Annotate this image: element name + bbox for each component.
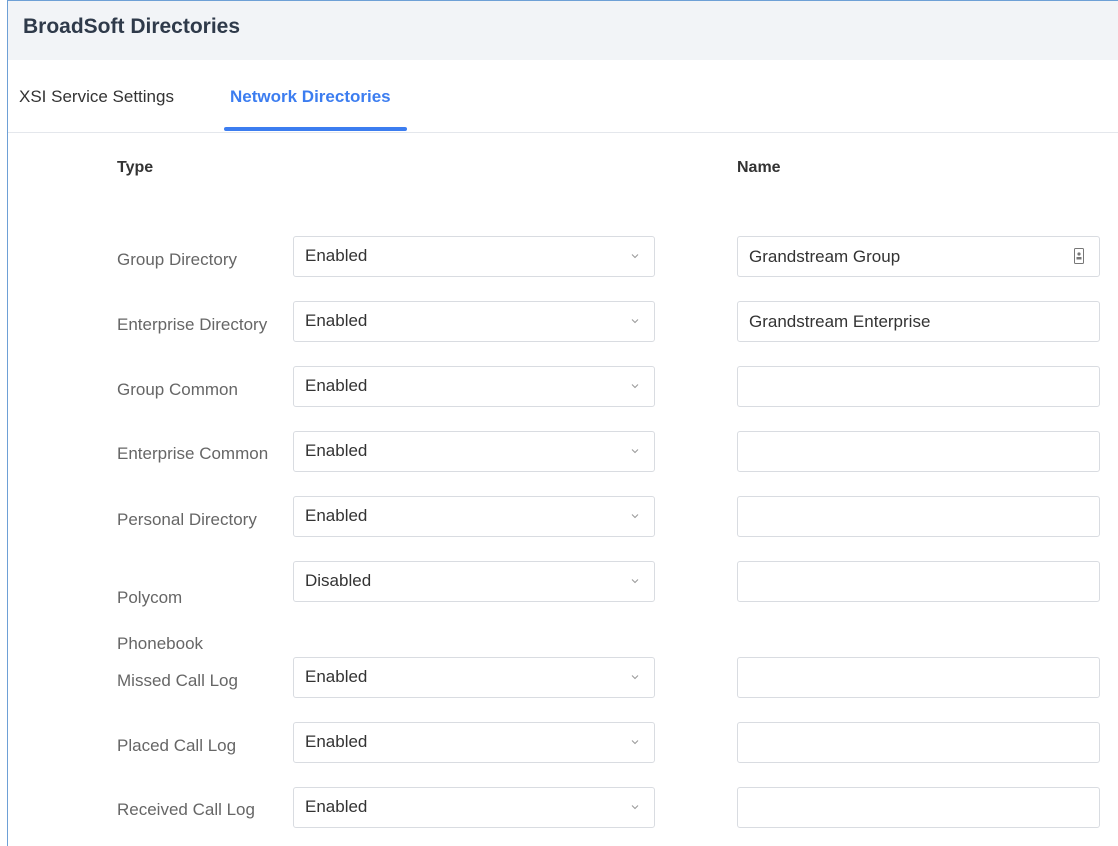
select-value: Enabled bbox=[305, 797, 368, 816]
group-common-name-input[interactable] bbox=[737, 366, 1100, 407]
tab-bar: XSI Service Settings Network Directories bbox=[8, 60, 1118, 133]
polycom-phonebook-select[interactable]: Disabled bbox=[293, 561, 655, 602]
select-value: Enabled bbox=[305, 506, 368, 525]
chevron-down-icon bbox=[631, 319, 639, 324]
name-value: Grandstream Enterprise bbox=[749, 312, 931, 331]
select-value: Enabled bbox=[305, 667, 368, 686]
missed-call-log-select[interactable]: Enabled bbox=[293, 657, 655, 698]
chevron-down-icon bbox=[631, 449, 639, 454]
tab-xsi-service-settings[interactable]: XSI Service Settings bbox=[19, 87, 174, 107]
panel-header: BroadSoft Directories bbox=[8, 1, 1118, 60]
enterprise-directory-name-input[interactable]: Grandstream Enterprise bbox=[737, 301, 1100, 342]
polycom-phonebook-name-input[interactable] bbox=[737, 561, 1100, 602]
address-book-icon[interactable] bbox=[1074, 248, 1084, 264]
group-common-select[interactable]: Enabled bbox=[293, 366, 655, 407]
row-label-enterprise-common: Enterprise Common bbox=[117, 444, 269, 463]
row-label-polycom-phonebook: Polycom Phonebook bbox=[117, 588, 204, 653]
row-label-group-common: Group Common bbox=[117, 380, 238, 399]
name-value: Grandstream Group bbox=[749, 247, 901, 266]
chevron-down-icon bbox=[631, 675, 639, 680]
row-label-group-directory: Group Directory bbox=[117, 250, 237, 269]
select-value: Enabled bbox=[305, 376, 368, 395]
select-value: Disabled bbox=[305, 571, 372, 590]
row-label-received-call-log: Received Call Log bbox=[117, 800, 255, 819]
chevron-down-icon bbox=[631, 384, 639, 389]
placed-call-log-name-input[interactable] bbox=[737, 722, 1100, 763]
row-label-enterprise-directory: Enterprise Directory bbox=[117, 315, 268, 334]
received-call-log-name-input[interactable] bbox=[737, 787, 1100, 828]
select-value: Enabled bbox=[305, 311, 368, 330]
type-column-header: Type bbox=[117, 159, 154, 176]
group-directory-name-input[interactable]: Grandstream Group bbox=[737, 236, 1100, 277]
row-label-placed-call-log: Placed Call Log bbox=[117, 736, 237, 755]
select-value: Enabled bbox=[305, 441, 368, 460]
enterprise-common-name-input[interactable] bbox=[737, 431, 1100, 472]
row-label-personal-directory: Personal Directory bbox=[117, 510, 257, 529]
received-call-log-select[interactable]: Enabled bbox=[293, 787, 655, 828]
chevron-down-icon bbox=[631, 514, 639, 519]
page-title: BroadSoft Directories bbox=[23, 15, 241, 38]
group-directory-select[interactable]: Enabled bbox=[293, 236, 655, 277]
chevron-down-icon bbox=[631, 579, 639, 584]
placed-call-log-select[interactable]: Enabled bbox=[293, 722, 655, 763]
select-value: Enabled bbox=[305, 246, 368, 265]
enterprise-directory-select[interactable]: Enabled bbox=[293, 301, 655, 342]
broadsoft-directories-panel: BroadSoft Directories XSI Service Settin… bbox=[7, 0, 1118, 846]
name-column-header: Name bbox=[737, 159, 781, 176]
active-tab-indicator bbox=[224, 127, 407, 131]
personal-directory-name-input[interactable] bbox=[737, 496, 1100, 537]
tab-network-directories[interactable]: Network Directories bbox=[230, 87, 391, 107]
personal-directory-select[interactable]: Enabled bbox=[293, 496, 655, 537]
chevron-down-icon bbox=[631, 740, 639, 745]
chevron-down-icon bbox=[631, 805, 639, 810]
row-label-missed-call-log: Missed Call Log bbox=[117, 671, 238, 690]
missed-call-log-name-input[interactable] bbox=[737, 657, 1100, 698]
chevron-down-icon bbox=[631, 254, 639, 259]
select-value: Enabled bbox=[305, 732, 368, 751]
enterprise-common-select[interactable]: Enabled bbox=[293, 431, 655, 472]
